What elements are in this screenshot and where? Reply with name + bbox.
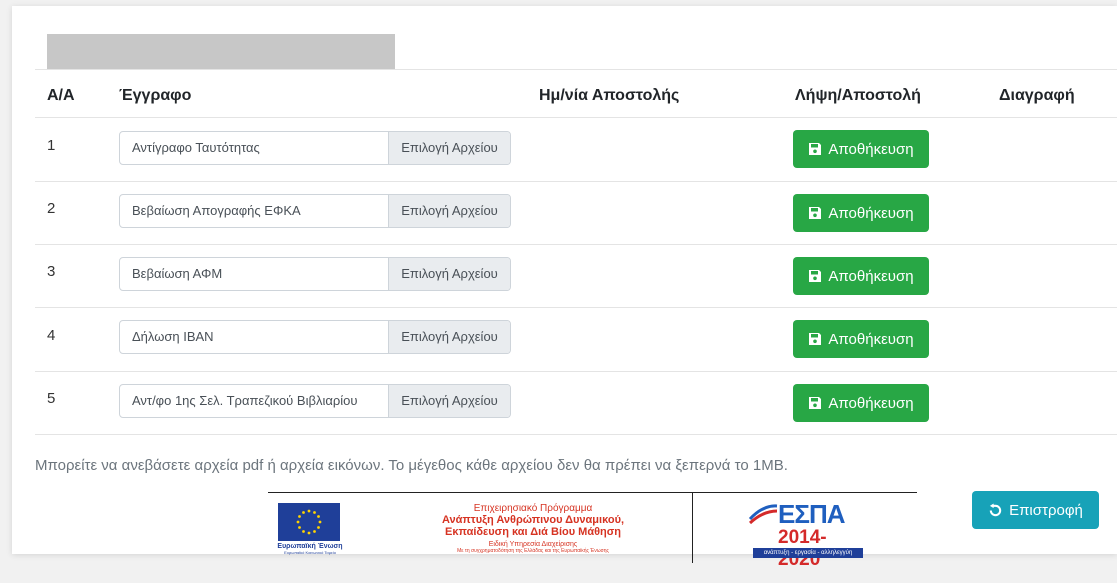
program-line: Ανάπτυξη Ανθρώπινου Δυναμικού, — [441, 514, 625, 526]
banner-divider — [692, 493, 693, 563]
column-header-sent-date: Ημ/νία Αποστολής — [539, 87, 680, 104]
row-divider — [35, 181, 1117, 182]
floppy-disk-icon — [809, 333, 822, 345]
file-input[interactable]: Δήλωση IBAN Επιλογή Αρχείου — [119, 320, 511, 354]
row-number: 3 — [47, 263, 56, 280]
operational-program-logo: Επιχειρησιακό Πρόγραμμα Ανάπτυξη Ανθρώπι… — [408, 503, 658, 554]
save-button[interactable]: Αποθήκευση — [793, 257, 929, 295]
choose-file-button[interactable]: Επιλογή Αρχείου — [388, 385, 510, 417]
row-number: 2 — [47, 200, 56, 217]
save-button-label: Αποθήκευση — [828, 330, 914, 348]
save-button[interactable]: Αποθήκευση — [793, 320, 929, 358]
choose-file-button[interactable]: Επιλογή Αρχείου — [388, 321, 510, 353]
save-button-label: Αποθήκευση — [828, 204, 914, 222]
program-line: Εκπαίδευση και Διά Βίου Μάθηση — [444, 526, 622, 539]
choose-file-button[interactable]: Επιλογή Αρχείου — [388, 258, 510, 290]
eu-flag-icon — [278, 503, 340, 541]
row-divider — [35, 434, 1117, 435]
row-divider — [35, 371, 1117, 372]
espa-title: ΕΣΠΑ — [778, 499, 845, 529]
file-input-label: Βεβαίωση ΑΦΜ — [132, 266, 223, 281]
column-header-number: Α/Α — [47, 87, 75, 104]
file-input[interactable]: Βεβαίωση ΑΦΜ Επιλογή Αρχείου — [119, 257, 511, 291]
save-button-label: Αποθήκευση — [828, 394, 914, 412]
espa-logo: ΕΣΠΑ 2014-2020 ανάπτυξη - εργασία - αλλη… — [748, 499, 863, 570]
funding-banner: Ευρωπαϊκή Ένωση Ευρωπαϊκό Κοινωνικό Ταμε… — [268, 492, 917, 570]
row-divider — [35, 244, 1117, 245]
file-input[interactable]: Βεβαίωση Απογραφής ΕΦΚΑ Επιλογή Αρχείου — [119, 194, 511, 228]
column-header-document: Έγγραφο — [119, 87, 192, 104]
program-line: Επιχειρησιακό Πρόγραμμα — [473, 503, 593, 514]
choose-file-button[interactable]: Επιλογή Αρχείου — [388, 195, 510, 227]
row-number: 4 — [47, 327, 56, 344]
save-button-label: Αποθήκευση — [828, 267, 914, 285]
undo-icon — [989, 502, 1002, 516]
eu-label-text: Ευρωπαϊκή Ένωση — [277, 543, 343, 550]
header-divider — [35, 117, 1117, 118]
save-button[interactable]: Αποθήκευση — [793, 130, 929, 168]
choose-file-button[interactable]: Επιλογή Αρχείου — [388, 132, 510, 164]
file-input-label: Αντίγραφο Ταυτότητας — [132, 140, 260, 155]
espa-swoosh-icon — [748, 504, 778, 525]
program-line: Με τη συγχρηματοδότηση της Ελλάδας και τ… — [457, 547, 609, 554]
row-divider — [35, 307, 1117, 308]
file-input[interactable]: Αντίγραφο Ταυτότητας Επιλογή Αρχείου — [119, 131, 511, 165]
save-button[interactable]: Αποθήκευση — [793, 194, 929, 232]
file-input-label: Βεβαίωση Απογραφής ΕΦΚΑ — [132, 203, 301, 218]
row-number: 1 — [47, 137, 56, 154]
espa-tagline: ανάπτυξη - εργασία - αλληλεγγύη — [753, 548, 863, 558]
file-input-label: Αντ/φο 1ης Σελ. Τραπεζικού Βιβλιαρίου — [132, 393, 358, 408]
file-input-label: Δήλωση IBAN — [132, 329, 214, 344]
floppy-disk-icon — [809, 397, 822, 409]
save-button[interactable]: Αποθήκευση — [793, 384, 929, 422]
table-top-divider — [35, 69, 1117, 70]
column-header-delete: Διαγραφή — [999, 87, 1075, 104]
floppy-disk-icon — [809, 270, 822, 282]
row-number: 5 — [47, 390, 56, 407]
redacted-title — [47, 34, 395, 70]
eu-label: Ευρωπαϊκή Ένωση Ευρωπαϊκό Κοινωνικό Ταμε… — [274, 543, 346, 555]
save-button-label: Αποθήκευση — [828, 140, 914, 158]
back-button[interactable]: Επιστροφή — [972, 491, 1099, 529]
file-input[interactable]: Αντ/φο 1ης Σελ. Τραπεζικού Βιβλιαρίου Επ… — [119, 384, 511, 418]
eu-sublabel-text: Ευρωπαϊκό Κοινωνικό Ταμείο — [284, 550, 336, 555]
floppy-disk-icon — [809, 143, 822, 155]
upload-note: Μπορείτε να ανεβάσετε αρχεία pdf ή αρχεί… — [35, 457, 788, 474]
back-button-label: Επιστροφή — [1009, 501, 1083, 519]
floppy-disk-icon — [809, 207, 822, 219]
column-header-download-upload: Λήψη/Αποστολή — [795, 87, 921, 104]
